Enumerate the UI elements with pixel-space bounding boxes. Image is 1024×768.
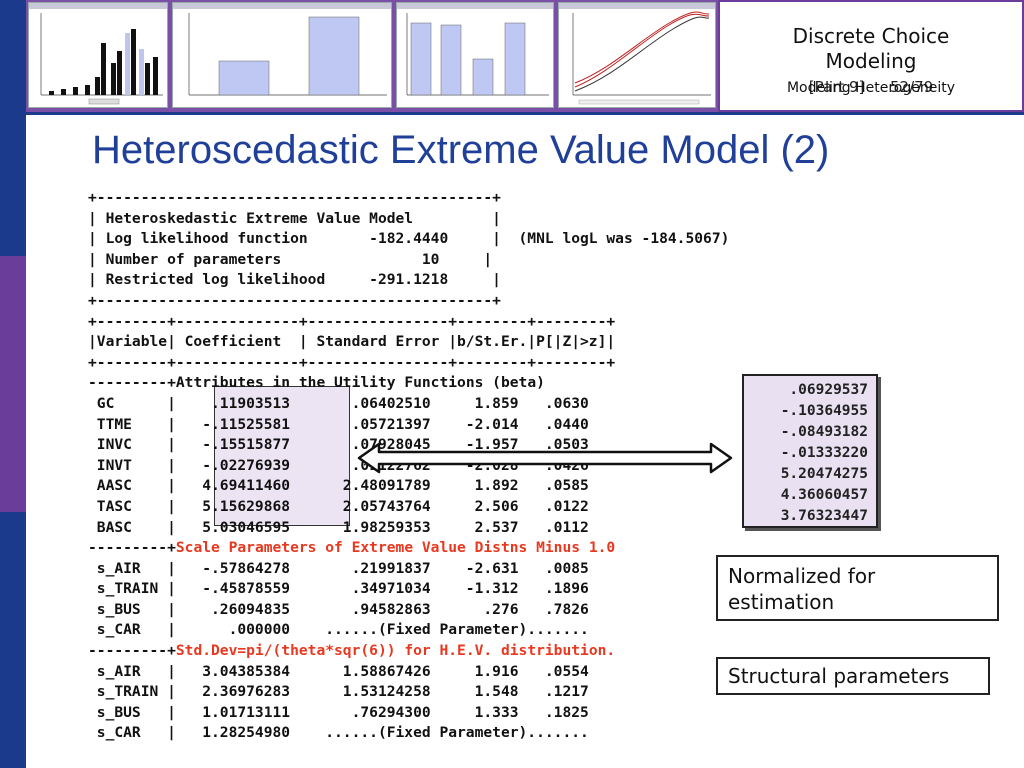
output-line: AASC | 4.69411460 2.48091789 1.892 .0585 [88, 476, 729, 497]
output-line: s_TRAIN | 2.36976283 1.53124258 1.548 .1… [88, 682, 729, 703]
section-heading-red: Std.Dev=pi/(theta*sqr(6)) for H.E.V. dis… [175, 642, 616, 660]
output-text: | Log likelihood function -182.4440 | (M… [88, 230, 730, 248]
normalized-value: -.01333220 [780, 445, 868, 461]
output-text: s_BUS | .26094835 .94582863 .276 .7826 [88, 600, 589, 618]
normalized-value: 5.20474275 [780, 466, 868, 482]
output-line: | Heteroskedastic Extreme Value Model | [88, 209, 729, 230]
output-line: s_CAR | .000000 ......(Fixed Parameter).… [88, 620, 729, 641]
double-arrow-icon [357, 442, 733, 474]
normalized-values-box: .06929537 -.10364955 -.08493182 -.01333220 5… [742, 374, 878, 528]
output-line: s_AIR | -.57864278 .21991837 -2.631 .008… [88, 559, 729, 580]
output-text: |Variable| Coefficient | Standard Error … [88, 333, 616, 351]
output-text: | Number of parameters 10 | [88, 250, 493, 268]
header-rule [26, 112, 1024, 115]
output-line: ---------+Attributes in the Utility Func… [88, 373, 729, 394]
output-text: s_CAR | 1.28254980 ......(Fixed Paramete… [88, 724, 589, 742]
section-rule: ---------+ [88, 374, 176, 392]
course-title: Discrete Choice Modeling [720, 24, 1022, 74]
output-text: +--------+--------------+---------------… [88, 353, 616, 371]
left-sidebar [0, 0, 26, 768]
output-text: BASC | 5.03046595 1.98259353 2.537 .0112 [88, 518, 589, 536]
normalized-value: -.08493182 [780, 424, 868, 440]
output-line: s_BUS | .26094835 .94582863 .276 .7826 [88, 600, 729, 621]
normalized-value: 4.36060457 [780, 487, 868, 503]
output-line: | Log likelihood function -182.4440 | (M… [88, 229, 729, 250]
course-subtitle: Modeling Heterogeneity [786, 80, 956, 96]
output-text: s_TRAIN | -.45878559 .34971034 -1.312 .1… [88, 580, 589, 598]
histogram-thumb [28, 2, 168, 108]
output-text: AASC | 4.69411460 2.48091789 1.892 .0585 [88, 477, 589, 495]
output-line: s_BUS | 1.01713111 .76294300 1.333 .1825 [88, 703, 729, 724]
output-text: +---------------------------------------… [88, 291, 501, 309]
slide-title: Heteroscedastic Extreme Value Model (2) [92, 128, 830, 172]
section-rule: ---------+ [88, 539, 176, 557]
output-text: TASC | 5.15629868 2.05743764 2.506 .0122 [88, 497, 589, 515]
normalized-value: -.10364955 [780, 403, 868, 419]
output-line: s_CAR | 1.28254980 ......(Fixed Paramete… [88, 723, 729, 744]
line-chart-thumb [558, 2, 716, 108]
bar-chart-thumb-2 [396, 2, 554, 108]
output-line: +--------+--------------+---------------… [88, 312, 729, 333]
normalized-value: .06929537 [789, 382, 868, 398]
section-heading-red: Scale Parameters of Extreme Value Distns… [175, 539, 616, 557]
output-text: +--------+--------------+---------------… [88, 312, 616, 330]
output-text: Attributes in the Utility Functions (bet… [175, 374, 545, 392]
bar-chart-thumb-1 [172, 2, 392, 108]
output-line: TTME | -.11525581 .05721397 -2.014 .0440 [88, 415, 729, 436]
output-line: GC | .11903513 .06402510 1.859 .0630 [88, 394, 729, 415]
sidebar-blue-bottom [0, 512, 26, 768]
course-header: Discrete Choice Modeling [Part 9] 52/79 … [718, 0, 1024, 112]
output-text: | Heteroskedastic Extreme Value Model | [88, 209, 501, 227]
output-text: s_TRAIN | 2.36976283 1.53124258 1.548 .1… [88, 683, 589, 701]
output-line: ---------+Scale Parameters of Extreme Va… [88, 538, 729, 559]
output-text: s_AIR | 3.04385384 1.58867426 1.916 .055… [88, 662, 589, 680]
output-line: |Variable| Coefficient | Standard Error … [88, 332, 729, 353]
sidebar-purple-middle [0, 256, 26, 512]
output-line: s_AIR | 3.04385384 1.58867426 1.916 .055… [88, 662, 729, 683]
sidebar-blue-top [0, 0, 26, 256]
output-line: +---------------------------------------… [88, 188, 729, 209]
output-text: | Restricted log likelihood -291.1218 | [88, 271, 501, 289]
output-line: +--------+--------------+---------------… [88, 353, 729, 374]
output-line: | Restricted log likelihood -291.1218 | [88, 270, 729, 291]
normalized-note: Normalized for estimation [716, 555, 999, 621]
output-text: +---------------------------------------… [88, 189, 501, 206]
normalized-value: 3.76323447 [780, 508, 868, 524]
output-line: s_TRAIN | -.45878559 .34971034 -1.312 .1… [88, 579, 729, 600]
output-line: TASC | 5.15629868 2.05743764 2.506 .0122 [88, 497, 729, 518]
course-title-line1: Discrete Choice [792, 24, 950, 48]
output-text: TTME | -.11525581 .05721397 -2.014 .0440 [88, 415, 589, 433]
output-text: s_BUS | 1.01713111 .76294300 1.333 .1825 [88, 703, 589, 721]
output-line: +---------------------------------------… [88, 291, 729, 312]
structural-note: Structural parameters [716, 657, 990, 695]
output-line: ---------+Std.Dev=pi/(theta*sqr(6)) for … [88, 641, 729, 662]
section-rule: ---------+ [88, 642, 176, 660]
output-text: GC | .11903513 .06402510 1.859 .0630 [88, 394, 589, 412]
output-text: s_AIR | -.57864278 .21991837 -2.631 .008… [88, 559, 589, 577]
output-text: s_CAR | .000000 ......(Fixed Parameter).… [88, 621, 589, 639]
course-title-line2: Modeling [825, 49, 917, 73]
output-line: BASC | 5.03046595 1.98259353 2.537 .0112 [88, 518, 729, 539]
output-line: | Number of parameters 10 | [88, 250, 729, 271]
